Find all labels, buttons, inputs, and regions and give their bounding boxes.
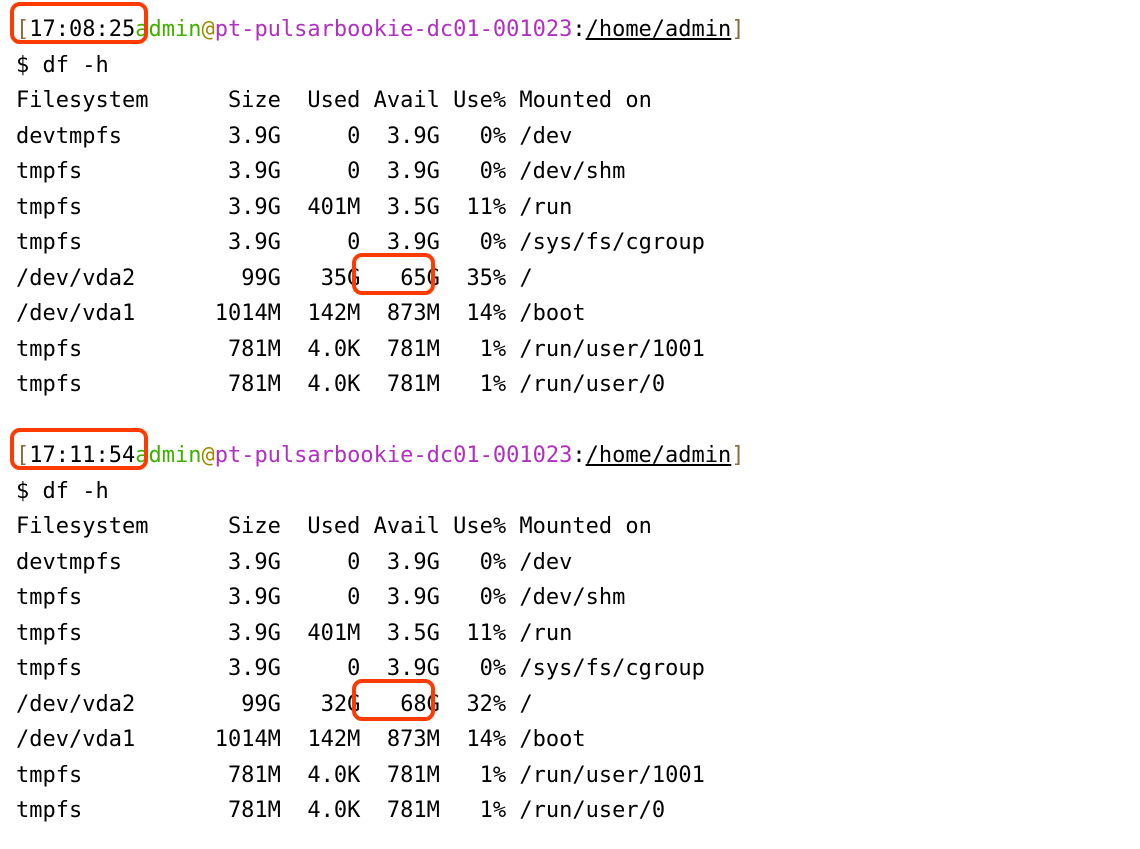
terminal-output: [17:08:25admin@pt-pulsarbookie-dc01-0010… — [16, 12, 1140, 829]
command-line: $ df -h — [16, 479, 109, 504]
command-line: $ df -h — [16, 53, 109, 78]
df-header-avail: Avail — [374, 88, 440, 113]
df-row: tmpfs 3.9G 401M 3.5G 11% /run — [16, 195, 572, 220]
prompt-host: pt-pulsarbookie-dc01-001023 — [215, 443, 573, 468]
df-row: /dev/vda2 99G 32G 68G 32% / — [16, 692, 533, 717]
df-header-usep: Use% — [453, 514, 506, 539]
at-icon: @ — [201, 17, 214, 42]
df-row: tmpfs 781M 4.0K 781M 1% /run/user/0 — [16, 372, 665, 397]
df-header-mount: Mounted on — [519, 88, 651, 113]
prompt-host: pt-pulsarbookie-dc01-001023 — [215, 17, 573, 42]
prompt-user: admin — [135, 17, 201, 42]
prompt-close-bracket: ] — [731, 17, 744, 42]
df-row: tmpfs 781M 4.0K 781M 1% /run/user/0 — [16, 798, 665, 823]
prompt-user: admin — [135, 443, 201, 468]
df-block-2: [17:11:54admin@pt-pulsarbookie-dc01-0010… — [16, 438, 1140, 829]
df-block-1: [17:08:25admin@pt-pulsarbookie-dc01-0010… — [16, 12, 1140, 403]
df-row: tmpfs 3.9G 0 3.9G 0% /sys/fs/cgroup — [16, 656, 705, 681]
df-row: /dev/vda2 99G 35G 65G 35% / — [16, 266, 533, 291]
df-row: tmpfs 3.9G 0 3.9G 0% /dev/shm — [16, 585, 625, 610]
prompt-open-bracket: [ — [16, 443, 29, 468]
prompt-close-bracket: ] — [731, 443, 744, 468]
df-header-used: Used — [307, 514, 360, 539]
df-header-avail: Avail — [374, 514, 440, 539]
df-row: tmpfs 781M 4.0K 781M 1% /run/user/1001 — [16, 763, 705, 788]
df-header-fs: Filesystem — [16, 88, 148, 113]
df-header-used: Used — [307, 88, 360, 113]
df-header-size: Size — [228, 88, 281, 113]
df-row: tmpfs 3.9G 401M 3.5G 11% /run — [16, 621, 572, 646]
df-row: /dev/vda1 1014M 142M 873M 14% /boot — [16, 727, 586, 752]
df-header-mount: Mounted on — [519, 514, 651, 539]
prompt-time: 17:11:54 — [29, 443, 135, 468]
df-header-fs: Filesystem — [16, 514, 148, 539]
df-row: devtmpfs 3.9G 0 3.9G 0% /dev — [16, 124, 572, 149]
prompt-open-bracket: [ — [16, 17, 29, 42]
prompt-path: /home/admin — [586, 443, 732, 468]
prompt-path: /home/admin — [586, 17, 732, 42]
at-icon: @ — [201, 443, 214, 468]
df-row: tmpfs 781M 4.0K 781M 1% /run/user/1001 — [16, 337, 705, 362]
df-row: /dev/vda1 1014M 142M 873M 14% /boot — [16, 301, 586, 326]
df-row: tmpfs 3.9G 0 3.9G 0% /dev/shm — [16, 159, 625, 184]
df-row: devtmpfs 3.9G 0 3.9G 0% /dev — [16, 550, 572, 575]
df-row: tmpfs 3.9G 0 3.9G 0% /sys/fs/cgroup — [16, 230, 705, 255]
df-header-usep: Use% — [453, 88, 506, 113]
df-header-size: Size — [228, 514, 281, 539]
prompt-time: 17:08:25 — [29, 17, 135, 42]
